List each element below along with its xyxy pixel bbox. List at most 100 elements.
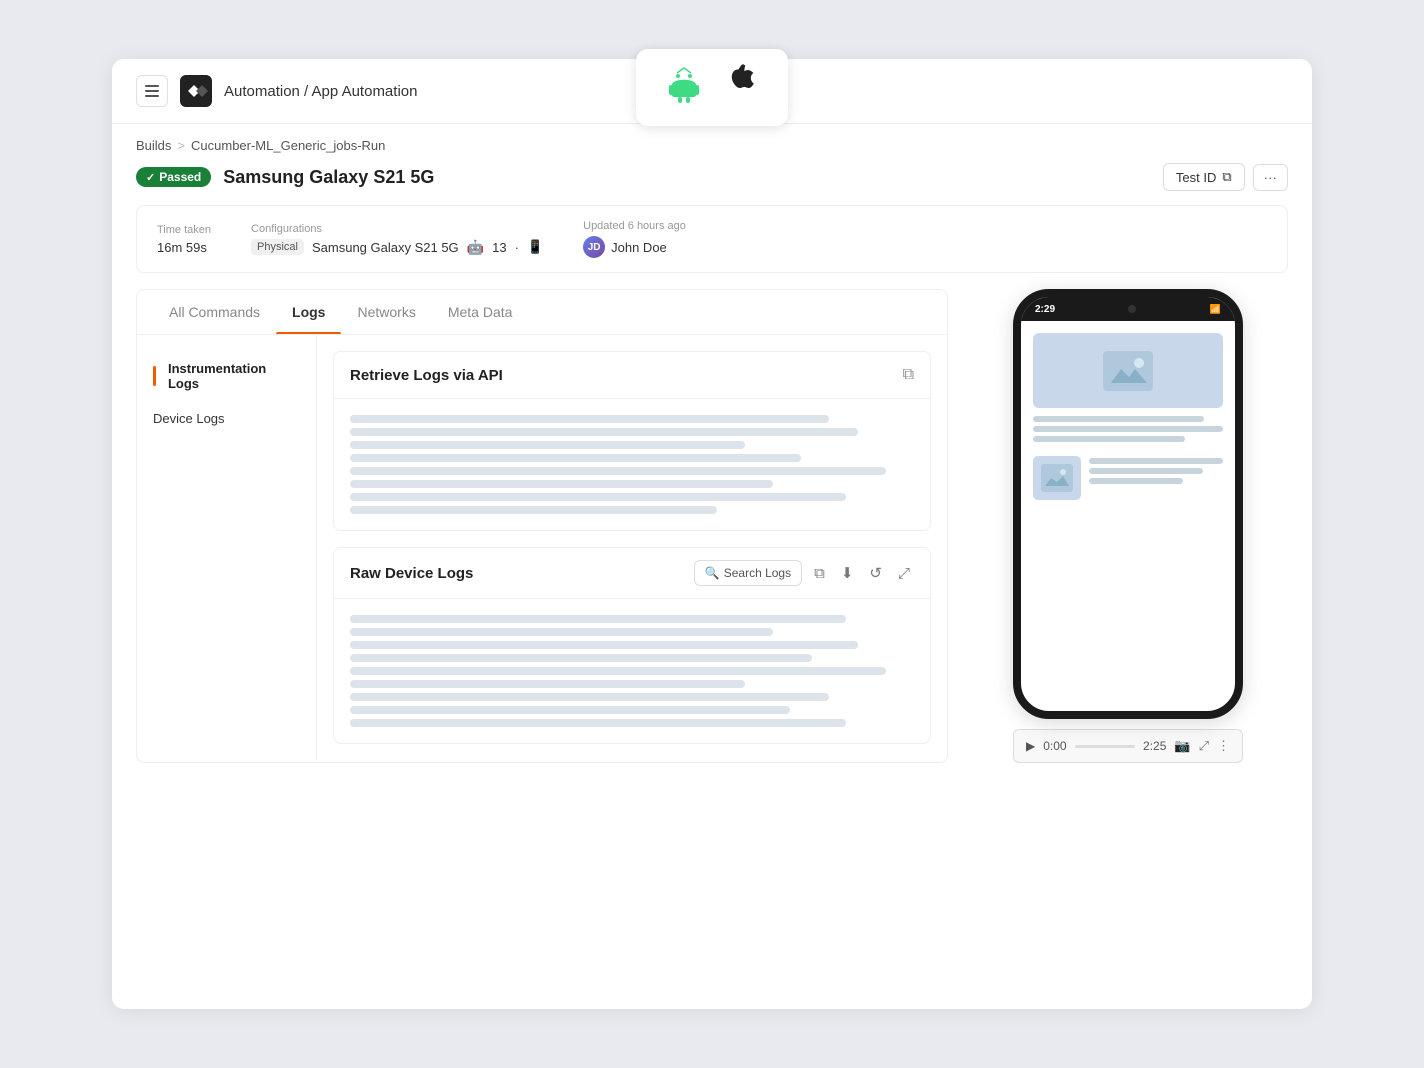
log-line [350, 428, 858, 436]
retrieve-logs-section: Retrieve Logs via API ⧉ [333, 351, 931, 531]
phone-content [1021, 321, 1235, 512]
expand-video-button[interactable]: ⤢ [1199, 738, 1209, 754]
more-icon: ··· [1264, 170, 1277, 185]
phone-image-1 [1033, 333, 1223, 408]
search-icon: 🔍 [705, 566, 720, 580]
search-logs-label: Search Logs [724, 566, 791, 580]
device-config-value: Samsung Galaxy S21 5G [312, 240, 459, 255]
raw-copy-button[interactable]: ⧉ [810, 561, 829, 586]
retrieve-logs-header: Retrieve Logs via API ⧉ [334, 352, 930, 399]
raw-download-button[interactable]: ⬇ [837, 560, 858, 586]
test-id-button[interactable]: Test ID ⧉ [1163, 163, 1245, 191]
search-logs-button[interactable]: 🔍 Search Logs [694, 560, 802, 586]
test-id-label: Test ID [1176, 170, 1216, 185]
logo-icon [180, 75, 212, 107]
breadcrumb: Builds > Cucumber-ML_Generic_jobs-Run [112, 124, 1312, 153]
log-line [350, 454, 801, 462]
separator-dot: · [515, 240, 519, 255]
phone-text-2 [1089, 456, 1223, 484]
video-end-time: 2:25 [1143, 739, 1166, 753]
log-line [350, 480, 773, 488]
passed-badge: ✓ Passed [136, 167, 211, 187]
time-taken-label: Time taken [157, 224, 211, 236]
platform-badge [636, 49, 788, 126]
log-line [350, 680, 745, 688]
log-line [350, 506, 717, 514]
sidebar-item-instrumentation-logs[interactable]: Instrumentation Logs [137, 351, 316, 401]
video-start-time: 0:00 [1043, 739, 1066, 753]
log-line [350, 719, 846, 727]
content-area: All Commands Logs Networks Meta Data Ins… [112, 289, 1312, 787]
tab-logs[interactable]: Logs [276, 290, 341, 334]
time-taken-value: 16m 59s [157, 240, 211, 255]
log-line [350, 654, 812, 662]
breadcrumb-current: Cucumber-ML_Generic_jobs-Run [191, 138, 385, 153]
video-bar: ▶ 0:00 2:25 📷 ⤢ ⋮ [1013, 729, 1243, 763]
updated-label: Updated 6 hours ago [583, 220, 686, 232]
raw-device-logs-section: Raw Device Logs 🔍 Search Logs ⧉ ⬇ ↺ ⤢ [333, 547, 931, 744]
tab-all-commands[interactable]: All Commands [153, 290, 276, 334]
breadcrumb-separator: > [177, 138, 185, 153]
status-left: ✓ Passed Samsung Galaxy S21 5G [136, 167, 434, 188]
log-line [350, 641, 858, 649]
main-card: Automation / App Automation Builds > Cuc… [112, 59, 1312, 1009]
log-line [350, 628, 773, 636]
avatar: JD [583, 236, 605, 258]
raw-log-lines [334, 599, 930, 743]
log-line [350, 706, 790, 714]
header-title: Automation / App Automation [224, 83, 417, 100]
avatar-initials: JD [588, 242, 601, 253]
video-progress-bar[interactable] [1075, 745, 1135, 748]
log-line [350, 441, 745, 449]
info-bar: Time taken 16m 59s Configurations Physic… [136, 205, 1288, 273]
retrieve-log-lines [334, 399, 930, 530]
raw-expand-button[interactable]: ⤢ [894, 561, 914, 586]
config-row: Physical Samsung Galaxy S21 5G 🤖 13 · 📱 [251, 239, 543, 256]
panel-body: Instrumentation Logs Device Logs Retriev… [137, 335, 947, 760]
android-version: 13 [492, 240, 506, 255]
log-line [350, 493, 846, 501]
sidebar: Instrumentation Logs Device Logs [137, 335, 317, 760]
tab-networks[interactable]: Networks [341, 290, 431, 334]
left-panel: All Commands Logs Networks Meta Data Ins… [136, 289, 948, 763]
tabs: All Commands Logs Networks Meta Data [137, 290, 947, 335]
phone-time: 2:29 [1035, 304, 1055, 315]
passed-label: Passed [159, 170, 201, 184]
android-icon [664, 63, 704, 112]
copy-icon: ⧉ [1222, 169, 1231, 185]
device-logs-label: Device Logs [153, 411, 225, 426]
retrieve-copy-button[interactable]: ⧉ [903, 366, 914, 384]
log-area: Retrieve Logs via API ⧉ [317, 335, 947, 760]
status-right: Test ID ⧉ ··· [1163, 163, 1288, 191]
right-panel: 2:29 📶 [948, 289, 1288, 763]
log-line [350, 415, 829, 423]
video-more-button[interactable]: ⋮ [1217, 738, 1230, 754]
device-title: Samsung Galaxy S21 5G [223, 167, 434, 188]
instrumentation-logs-label: Instrumentation Logs [168, 361, 300, 391]
device-type-icon: 📱 [527, 239, 543, 255]
sidebar-item-device-logs[interactable]: Device Logs [137, 401, 316, 436]
phone-camera [1128, 305, 1136, 313]
updated-user: JD John Doe [583, 236, 686, 258]
play-button[interactable]: ▶ [1026, 739, 1035, 753]
breadcrumb-builds[interactable]: Builds [136, 138, 171, 153]
hamburger-button[interactable] [136, 75, 168, 107]
phone-card-1 [1033, 333, 1223, 442]
log-line [350, 667, 886, 675]
status-bar: ✓ Passed Samsung Galaxy S21 5G Test ID ⧉… [112, 153, 1312, 205]
more-options-button[interactable]: ··· [1253, 164, 1288, 191]
log-line [350, 467, 886, 475]
raw-log-actions: 🔍 Search Logs ⧉ ⬇ ↺ ⤢ [694, 560, 914, 586]
raw-refresh-button[interactable]: ↺ [865, 560, 886, 586]
phone-preview: 2:29 📶 [1013, 289, 1243, 719]
tab-meta-data[interactable]: Meta Data [432, 290, 529, 334]
raw-logs-header: Raw Device Logs 🔍 Search Logs ⧉ ⬇ ↺ ⤢ [334, 548, 930, 599]
phone-status-bar: 2:29 📶 [1021, 297, 1235, 321]
camera-icon[interactable]: 📷 [1174, 738, 1190, 754]
apple-icon [724, 63, 760, 112]
phone-status-icons: 📶 [1210, 304, 1221, 315]
android-dot: 🤖 [467, 239, 484, 256]
phone-image-2 [1033, 456, 1081, 500]
log-line [350, 615, 846, 623]
retrieve-logs-title: Retrieve Logs via API [350, 367, 503, 384]
